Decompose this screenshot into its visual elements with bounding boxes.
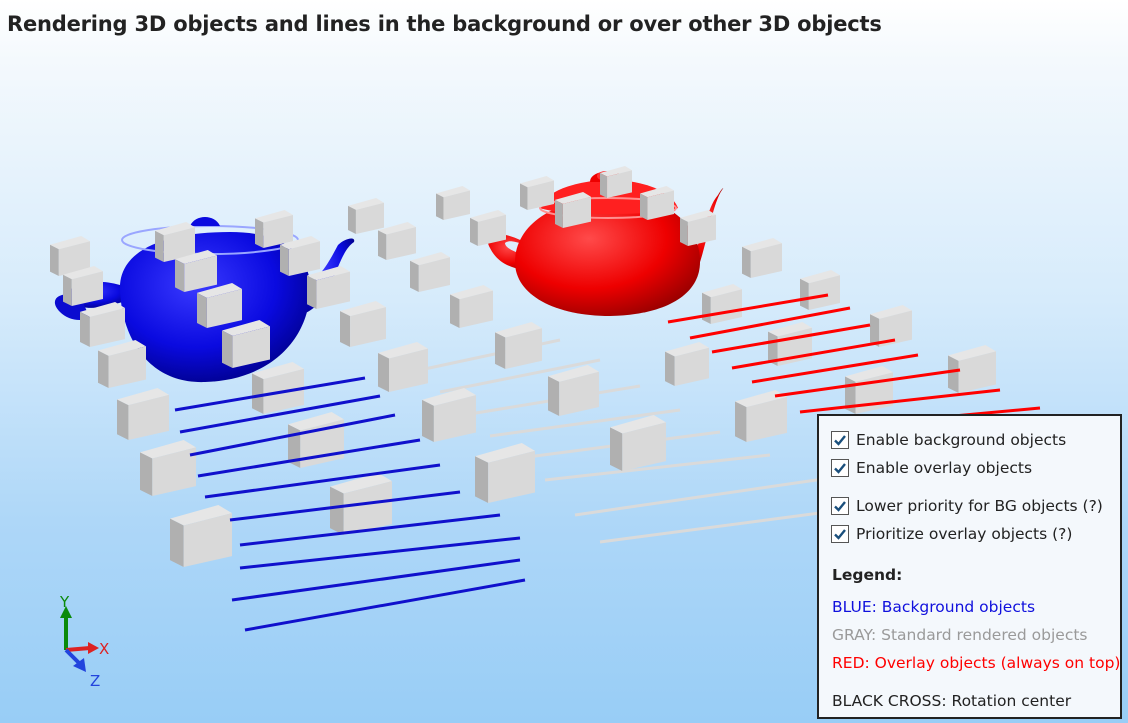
cube [735, 390, 787, 442]
legend-black-cross: BLACK CROSS: Rotation center [832, 692, 1072, 710]
cube [948, 345, 996, 393]
legend-gray: GRAY: Standard rendered objects [832, 626, 1088, 644]
checkbox-label: Enable overlay objects [856, 459, 1033, 477]
checkmark-icon [834, 463, 846, 474]
enable-background-checkbox[interactable]: Enable background objects [831, 429, 1066, 451]
cube [665, 342, 709, 386]
cube [410, 252, 450, 292]
checkmark-icon [834, 501, 846, 512]
axis-x-label: X [99, 640, 109, 658]
scene-line [244, 578, 526, 632]
checkbox-box[interactable] [831, 459, 849, 477]
cube [80, 302, 125, 347]
cube [98, 340, 146, 388]
cube [422, 388, 476, 442]
options-panel: Enable background objects Enable overlay… [817, 414, 1122, 719]
cube [475, 443, 535, 503]
axis-y-label: Y [59, 593, 70, 611]
cube [140, 440, 196, 496]
checkbox-label: Enable background objects [856, 431, 1067, 449]
cube [520, 176, 554, 210]
prioritize-overlay-checkbox[interactable]: Prioritize overlay objects (?) [831, 523, 1072, 545]
cube [610, 415, 666, 471]
lower-priority-bg-checkbox[interactable]: Lower priority for BG objects (?) [831, 495, 1103, 517]
cube [800, 270, 840, 310]
axis-gizmo: Y X Z [59, 593, 109, 690]
scene-line [799, 388, 1001, 414]
cube [117, 388, 169, 440]
cube [307, 266, 350, 309]
cube [348, 198, 384, 234]
legend-blue: BLUE: Background objects [832, 598, 1036, 616]
checkmark-icon [834, 529, 846, 540]
cube [450, 285, 493, 328]
legend-title: Legend: [832, 566, 903, 584]
scene-line [574, 476, 831, 517]
scene-line [239, 536, 521, 570]
checkbox-box[interactable] [831, 431, 849, 449]
checkmark-icon [834, 435, 846, 446]
cube [495, 322, 542, 369]
cube [252, 362, 304, 414]
scene-line [231, 558, 521, 602]
axis-z-label: Z [90, 672, 100, 690]
cube [340, 301, 386, 347]
cube [600, 166, 632, 198]
cube [742, 238, 782, 278]
cube [378, 342, 428, 392]
cube [702, 284, 742, 324]
cube [436, 186, 470, 220]
checkbox-label: Prioritize overlay objects (?) [856, 525, 1073, 543]
legend-red: RED: Overlay objects (always on top) [832, 654, 1121, 672]
cube [470, 210, 506, 246]
checkbox-box[interactable] [831, 525, 849, 543]
cube [255, 210, 293, 248]
cube [170, 505, 232, 567]
cube [680, 210, 716, 246]
checkbox-label: Lower priority for BG objects (?) [856, 497, 1103, 515]
checkbox-box[interactable] [831, 497, 849, 515]
enable-overlay-checkbox[interactable]: Enable overlay objects [831, 457, 1032, 479]
cube [548, 365, 599, 416]
